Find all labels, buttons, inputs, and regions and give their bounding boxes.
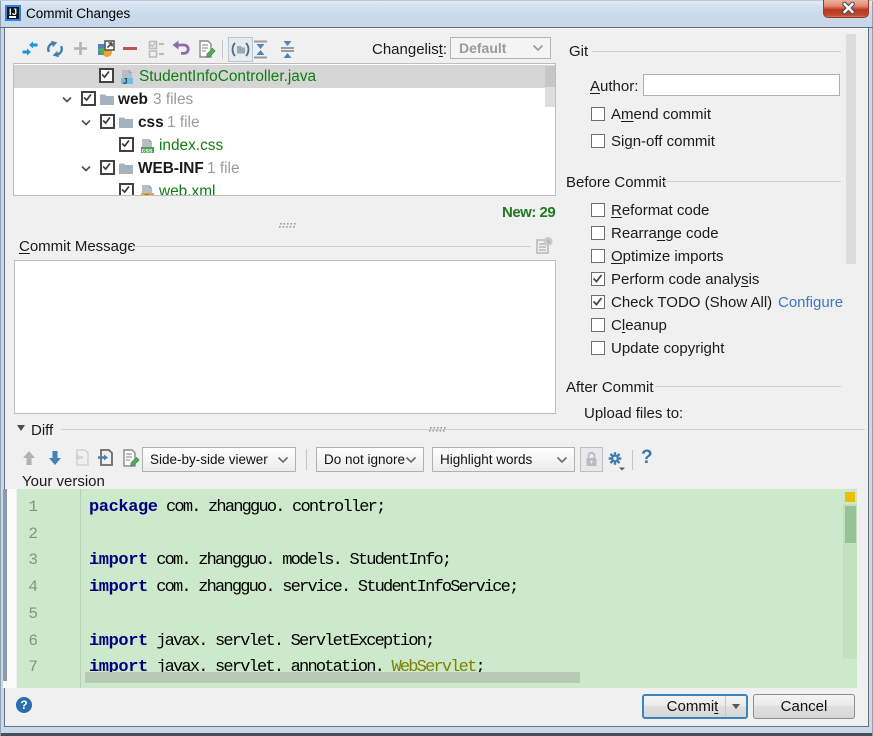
svg-text:J: J <box>123 77 127 85</box>
svg-text:css: css <box>142 147 153 154</box>
svg-text:<>: <> <box>143 194 151 197</box>
